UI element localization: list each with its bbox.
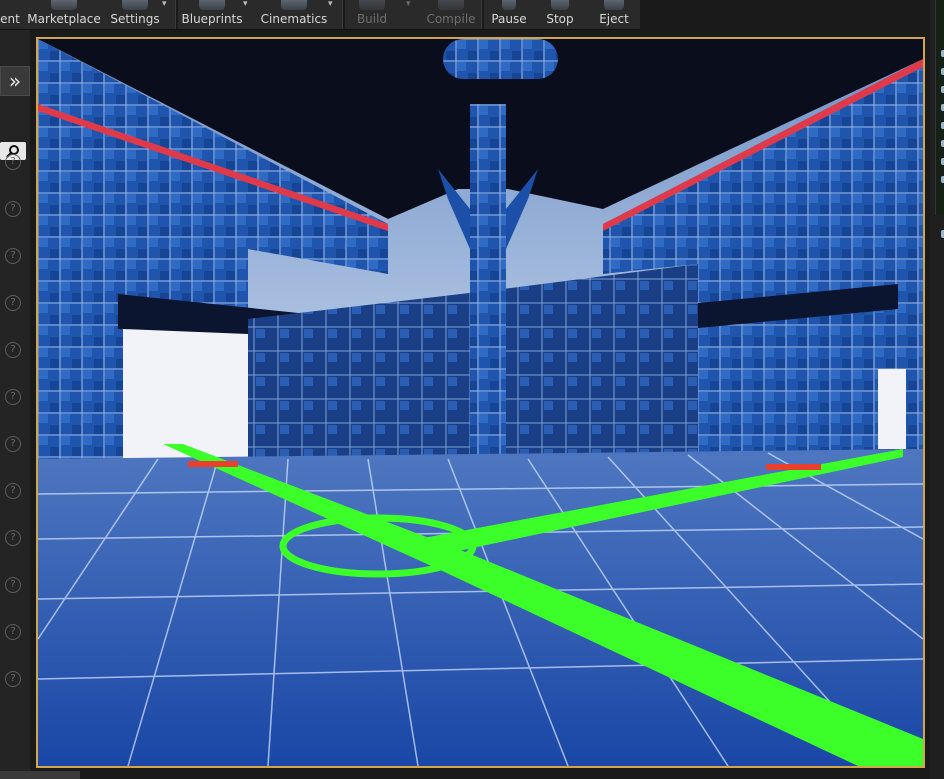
level-viewport[interactable] [36, 37, 925, 768]
question-icon[interactable]: ? [5, 342, 21, 358]
toolbar-marketplace-button[interactable]: Marketplace [27, 0, 101, 29]
blueprints-dropdown-icon[interactable]: ▾ [243, 0, 248, 9]
toolbar-pause-label: Pause [491, 12, 527, 26]
question-icon[interactable]: ? [5, 671, 21, 687]
cinematics-dropdown-icon[interactable]: ▾ [328, 0, 333, 9]
question-icon[interactable]: ? [5, 436, 21, 452]
toolbar-blueprints-label: Blueprints [181, 12, 243, 26]
compile-icon [438, 0, 464, 10]
build-icon [359, 0, 385, 10]
pause-icon [502, 0, 516, 10]
marketplace-icon [51, 0, 77, 10]
toolbar-cinematics-label: Cinematics [260, 12, 328, 26]
double-chevron-right-icon: » [8, 69, 22, 93]
toolbar-separator [342, 0, 345, 29]
settings-icon [122, 0, 148, 10]
build-dropdown-icon[interactable]: ▾ [406, 0, 411, 9]
question-icon[interactable]: ? [5, 624, 21, 640]
toolbar-blueprints-button[interactable]: Blueprints [181, 0, 243, 29]
blueprints-icon [199, 0, 225, 10]
eject-icon [604, 0, 624, 10]
toolbar-settings-button[interactable]: Settings [108, 0, 162, 29]
question-icon[interactable]: ? [5, 248, 21, 264]
stop-icon [551, 0, 569, 10]
left-panel: » ? ? ? ? ? ? ? ? ? ? ? ? [0, 30, 30, 779]
toolbar-marketplace-label: Marketplace [27, 12, 101, 26]
toolbar-stop-button[interactable]: Stop [540, 0, 580, 29]
settings-dropdown-icon[interactable]: ▾ [162, 0, 167, 9]
toolbar-settings-label: Settings [110, 12, 160, 26]
toolbar-stop-label: Stop [546, 12, 574, 26]
toolbar-build-button[interactable]: Build [350, 0, 394, 29]
question-icon[interactable]: ? [5, 201, 21, 217]
toolbar-content-label: ent [0, 12, 20, 26]
question-icon[interactable]: ? [5, 577, 21, 593]
question-icon[interactable]: ? [5, 295, 21, 311]
toolbar-build-label: Build [356, 12, 388, 26]
main-toolbar: ent Marketplace Settings ▾ Blueprints ▾ … [0, 0, 640, 30]
toolbar-pause-button[interactable]: Pause [487, 0, 531, 29]
toolbar-separator [175, 0, 178, 29]
expand-panel-button[interactable]: » [0, 66, 30, 96]
question-icon[interactable]: ? [5, 154, 21, 170]
question-icon[interactable]: ? [5, 389, 21, 405]
scene-render [38, 39, 923, 766]
toolbar-eject-label: Eject [599, 12, 629, 26]
bottom-tab[interactable] [0, 771, 80, 779]
cinematics-icon [281, 0, 307, 10]
toolbar-content-button[interactable]: ent [0, 0, 20, 29]
question-icon[interactable]: ? [5, 530, 21, 546]
toolbar-compile-label: Compile [426, 12, 476, 26]
toolbar-eject-button[interactable]: Eject [594, 0, 634, 29]
toolbar-cinematics-button[interactable]: Cinematics [260, 0, 328, 29]
toolbar-separator [481, 0, 484, 29]
toolbar-compile-button[interactable]: Compile [424, 0, 478, 29]
question-icon[interactable]: ? [5, 483, 21, 499]
